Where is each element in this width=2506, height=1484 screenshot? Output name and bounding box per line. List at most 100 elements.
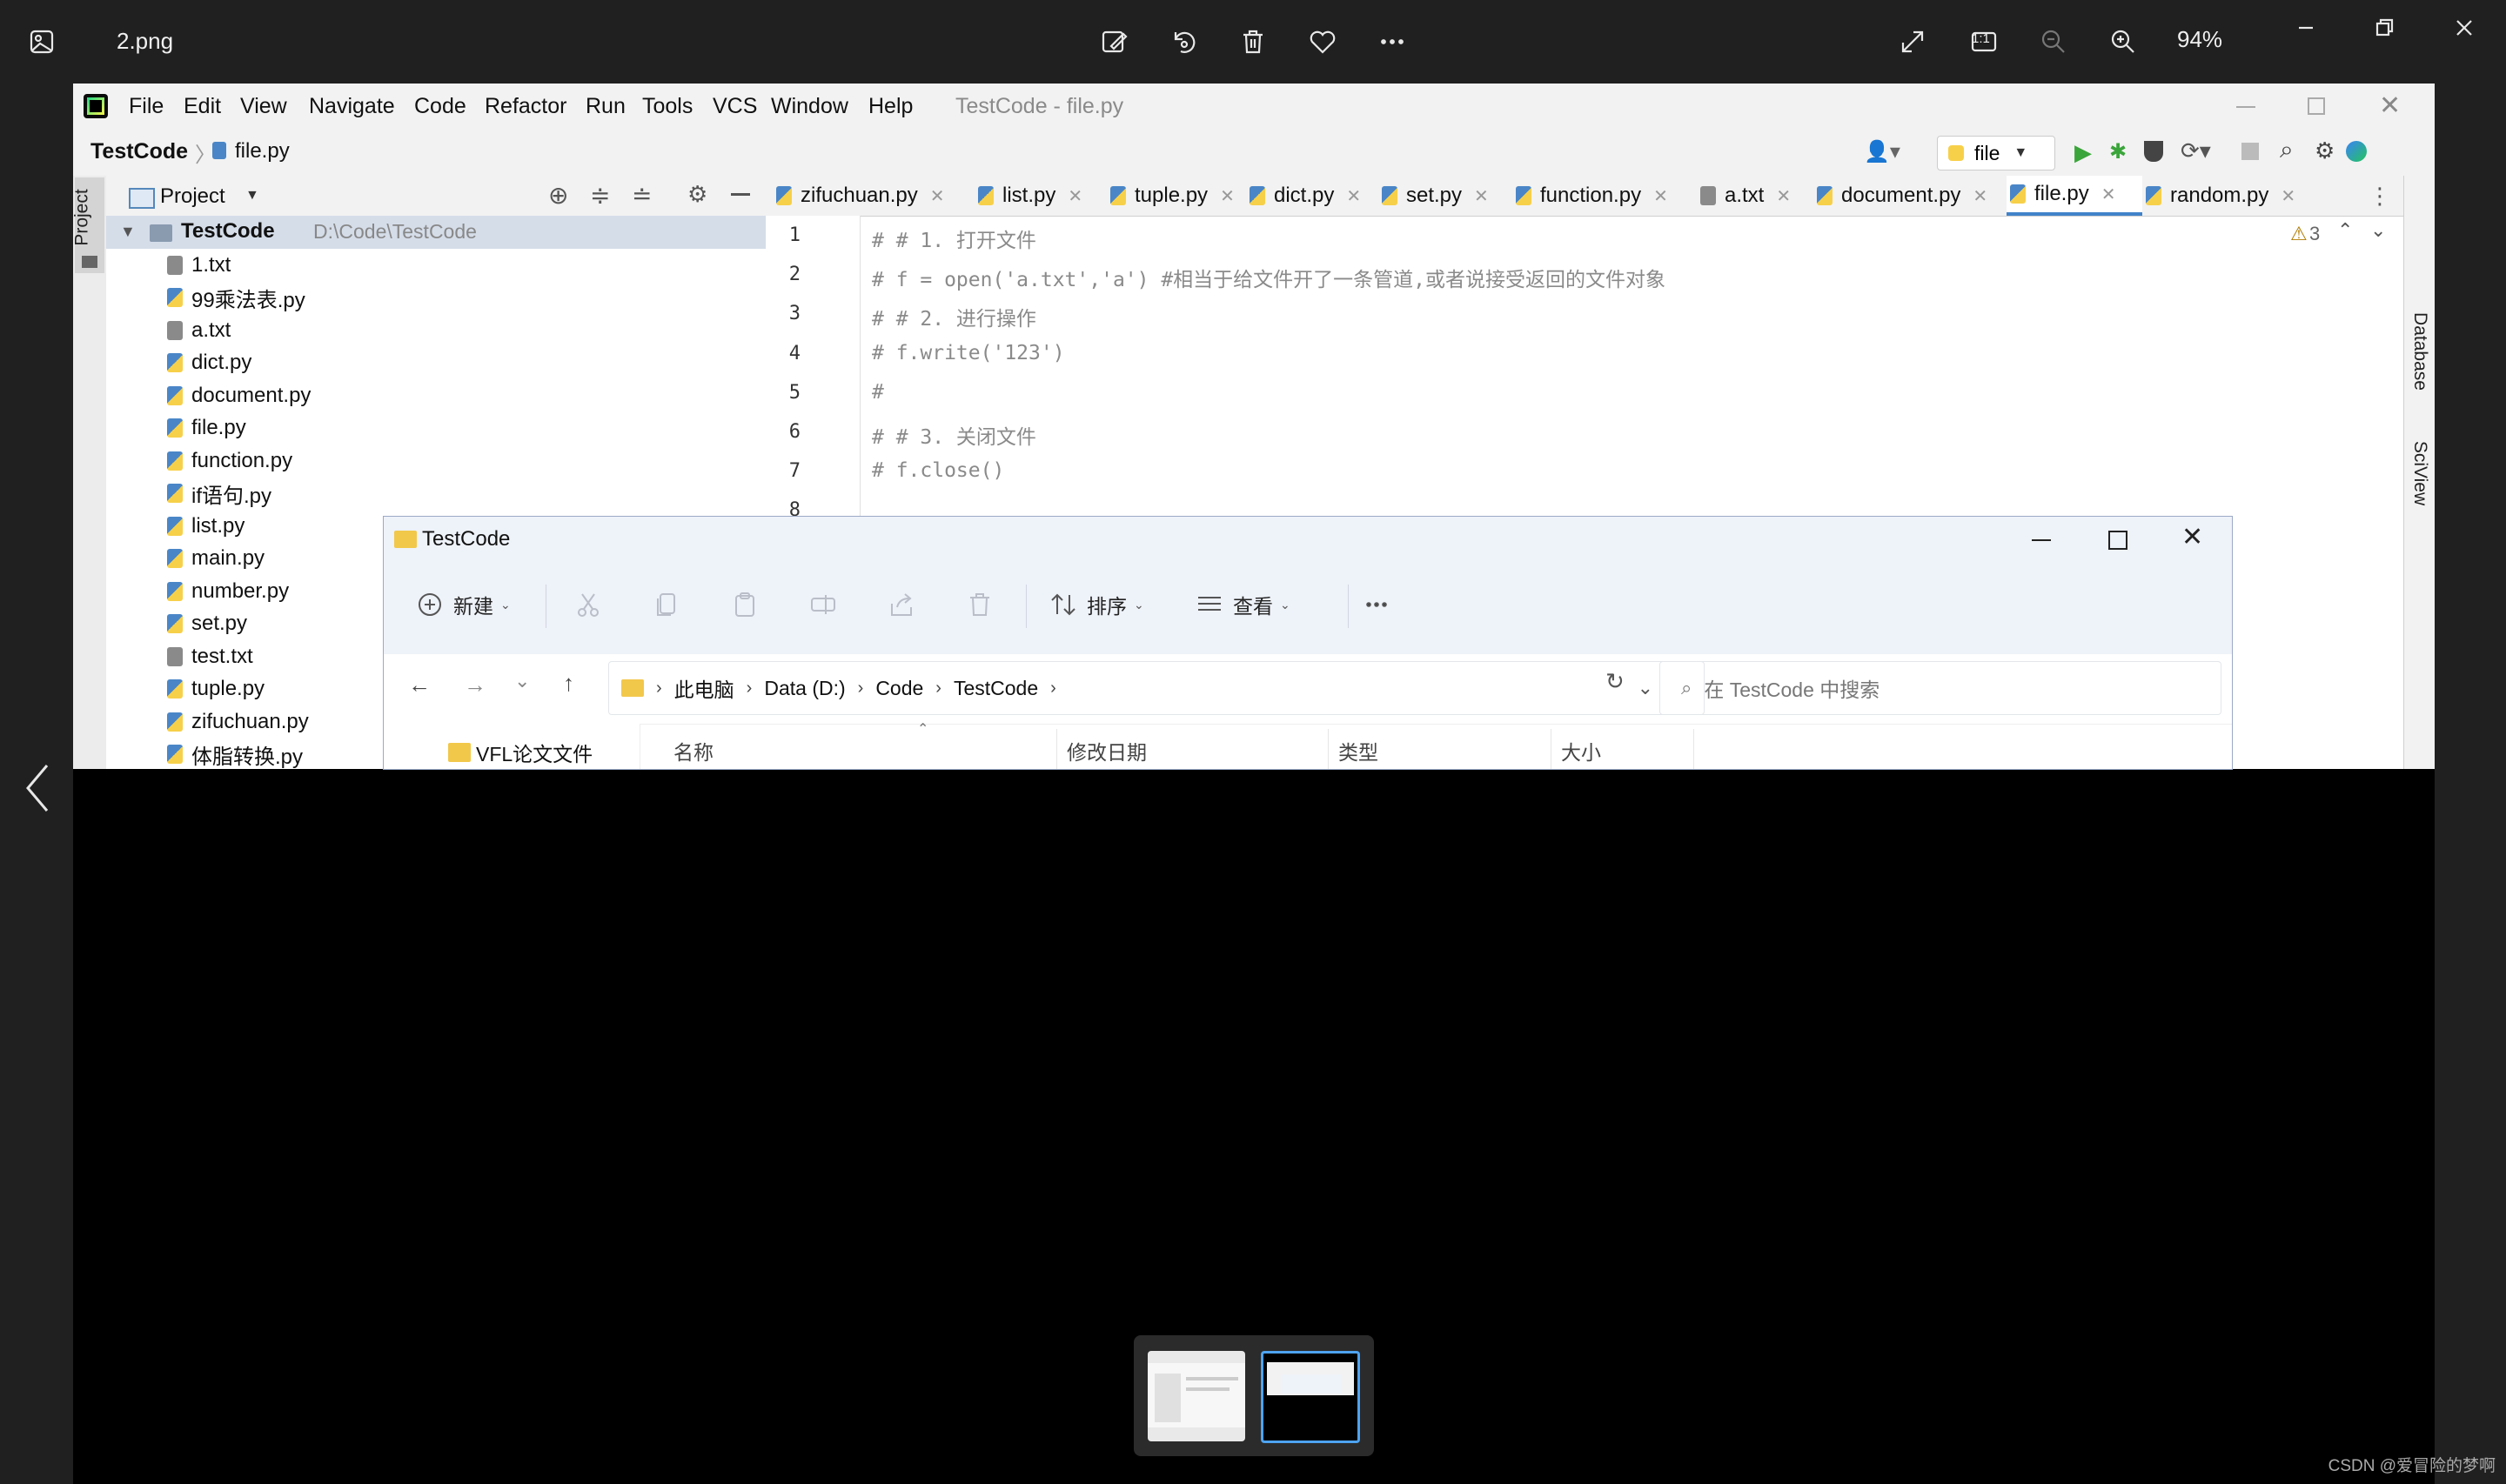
- ide-minimize-icon[interactable]: [2236, 106, 2255, 108]
- project-file-item[interactable]: dict.py: [167, 347, 251, 379]
- ide-restore-icon[interactable]: [2308, 97, 2325, 115]
- project-file-item[interactable]: if语句.py: [167, 478, 271, 510]
- delete-icon[interactable]: [965, 590, 995, 619]
- up-icon[interactable]: ↑: [563, 670, 574, 697]
- sciview-tool-label[interactable]: SciView: [2409, 430, 2430, 517]
- tab-close-icon[interactable]: ✕: [1346, 185, 1361, 207]
- minimize-icon[interactable]: [2285, 7, 2327, 49]
- new-button[interactable]: 新建 ⌄: [415, 590, 511, 619]
- project-file-item[interactable]: 99乘法表.py: [167, 282, 305, 314]
- editor-tab[interactable]: document.py ✕: [1813, 176, 2007, 216]
- restore-icon[interactable]: [2363, 7, 2405, 49]
- zoom-in-icon[interactable]: [2102, 21, 2144, 63]
- locate-icon[interactable]: ⊕: [548, 181, 568, 210]
- editor-tab[interactable]: random.py ✕: [2142, 176, 2297, 216]
- editor-tab[interactable]: set.py ✕: [1378, 176, 1512, 216]
- refresh-icon[interactable]: ↻: [1605, 668, 1625, 695]
- breadcrumb-file[interactable]: file.py: [235, 139, 290, 164]
- menu-help[interactable]: Help: [868, 94, 913, 119]
- menu-window[interactable]: Window: [771, 94, 848, 119]
- project-file-item[interactable]: file.py: [167, 412, 246, 445]
- coverage-icon[interactable]: [2144, 141, 2163, 162]
- project-file-item[interactable]: zifuchuan.py: [167, 705, 309, 738]
- menu-view[interactable]: View: [240, 94, 287, 119]
- project-file-item[interactable]: tuple.py: [167, 673, 265, 705]
- project-file-item[interactable]: set.py: [167, 608, 247, 640]
- thumbnail-2-selected[interactable]: [1261, 1351, 1360, 1443]
- tabs-more-icon[interactable]: ⋮: [2369, 183, 2391, 210]
- settings-icon[interactable]: ⚙: [2315, 137, 2335, 164]
- menu-file[interactable]: File: [129, 94, 164, 119]
- editor-tab[interactable]: list.py ✕: [975, 176, 1107, 216]
- project-file-item[interactable]: 体脂转换.py: [167, 739, 303, 770]
- copy-icon[interactable]: [652, 590, 681, 619]
- gear-icon[interactable]: ⚙: [687, 181, 707, 208]
- project-file-item[interactable]: main.py: [167, 543, 265, 575]
- share-icon[interactable]: [887, 590, 916, 619]
- editor-tab[interactable]: tuple.py ✕: [1107, 176, 1246, 216]
- zoom-out-icon[interactable]: [2033, 21, 2074, 63]
- debug-icon[interactable]: ✱: [2109, 139, 2127, 164]
- maximize-icon[interactable]: [2108, 531, 2127, 550]
- project-file-item[interactable]: document.py: [167, 379, 311, 411]
- menu-refactor[interactable]: Refactor: [485, 94, 566, 119]
- address-code[interactable]: Code: [875, 677, 923, 700]
- nav-pane-item[interactable]: VFL论文文件: [476, 738, 593, 767]
- collapse-all-icon[interactable]: ≐: [632, 181, 652, 210]
- menu-edit[interactable]: Edit: [184, 94, 221, 119]
- project-file-item[interactable]: number.py: [167, 575, 289, 607]
- project-panel-title[interactable]: Project: [160, 184, 225, 209]
- user-account-icon[interactable]: 👤▾: [1864, 139, 1900, 164]
- tab-close-icon[interactable]: ✕: [1068, 185, 1082, 207]
- ide-close-icon[interactable]: ✕: [2379, 90, 2401, 121]
- menu-navigate[interactable]: Navigate: [309, 94, 395, 119]
- paste-icon[interactable]: [730, 590, 760, 619]
- thumbnail-1[interactable]: [1148, 1351, 1245, 1441]
- run-icon[interactable]: ▶: [2074, 139, 2092, 166]
- forward-icon[interactable]: →: [464, 672, 486, 699]
- profile-icon[interactable]: ⟳▾: [2181, 137, 2211, 164]
- address-history-icon[interactable]: ⌄: [1638, 677, 1653, 699]
- project-file-item[interactable]: test.txt: [167, 640, 253, 672]
- close-icon[interactable]: [2443, 7, 2485, 49]
- search-icon[interactable]: ⌕: [2280, 136, 2294, 164]
- address-drive[interactable]: Data (D:): [764, 677, 845, 700]
- tab-close-icon[interactable]: ✕: [1474, 185, 1489, 207]
- project-file-item[interactable]: function.py: [167, 445, 292, 477]
- search-input[interactable]: ⌕ 在 TestCode 中搜索: [1659, 661, 2221, 715]
- project-file-item[interactable]: 1.txt: [167, 249, 231, 281]
- more-options-icon[interactable]: [1362, 590, 1391, 619]
- tab-close-icon[interactable]: ✕: [1653, 185, 1668, 207]
- editor-tab[interactable]: function.py ✕: [1512, 176, 1697, 216]
- column-type[interactable]: 类型: [1338, 736, 1378, 765]
- address-testcode[interactable]: TestCode: [954, 677, 1038, 700]
- editor-tab[interactable]: a.txt ✕: [1697, 176, 1813, 216]
- stop-icon[interactable]: [2241, 143, 2259, 160]
- chevron-up-icon[interactable]: ⌃: [2337, 219, 2353, 242]
- database-tool-label[interactable]: Database: [2409, 308, 2430, 395]
- tab-close-icon[interactable]: ✕: [2281, 185, 2295, 207]
- column-size[interactable]: 大小: [1561, 736, 1601, 765]
- back-icon[interactable]: ←: [408, 672, 431, 699]
- address-bar[interactable]: › 此电脑 › Data (D:) › Code › TestCode › ⌄: [608, 661, 1705, 715]
- minimize-icon[interactable]: [2032, 539, 2051, 541]
- chevron-down-icon[interactable]: ▼: [120, 223, 136, 241]
- chevron-down-icon[interactable]: ▼: [245, 188, 259, 204]
- column-name[interactable]: 名称: [673, 736, 714, 765]
- menu-vcs[interactable]: VCS: [713, 94, 757, 119]
- delete-icon[interactable]: [1232, 21, 1274, 63]
- expand-all-icon[interactable]: ≑: [590, 181, 610, 210]
- project-file-item[interactable]: a.txt: [167, 314, 231, 346]
- address-this-pc[interactable]: 此电脑: [674, 673, 734, 703]
- tab-close-icon[interactable]: ✕: [930, 185, 945, 207]
- chevron-down-icon[interactable]: ⌄: [2370, 219, 2386, 242]
- run-config-select[interactable]: file ▼: [1937, 136, 2055, 170]
- tab-close-icon[interactable]: ✕: [1776, 185, 1791, 207]
- tab-close-icon[interactable]: ✕: [1973, 185, 1987, 207]
- editor-tab[interactable]: dict.py ✕: [1246, 176, 1378, 216]
- editor-tab[interactable]: zifuchuan.py ✕: [773, 176, 975, 216]
- tab-close-icon[interactable]: ✕: [1220, 185, 1235, 207]
- column-modified[interactable]: 修改日期: [1067, 736, 1147, 765]
- edit-image-icon[interactable]: [1093, 21, 1135, 63]
- breadcrumb-project[interactable]: TestCode: [90, 139, 188, 164]
